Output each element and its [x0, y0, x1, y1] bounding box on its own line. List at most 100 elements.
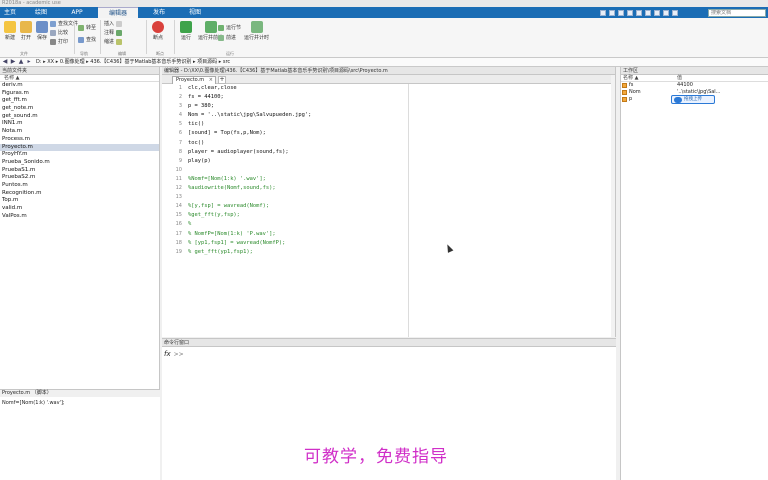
drag-upload-popup[interactable]: 拖拽上传	[671, 95, 715, 104]
undo-icon[interactable]	[636, 10, 642, 16]
tab-home[interactable]: 主页	[0, 7, 20, 18]
back-icon[interactable]: ◀	[2, 59, 8, 65]
code-line[interactable]: Nom = '..\static\jpg\Salvupueden.jpg';	[188, 111, 402, 120]
redo-icon[interactable]	[645, 10, 651, 16]
save-button[interactable]: 保存	[36, 21, 48, 41]
code-line[interactable]: %Nomf=[Nom(1:k) '.wav'];	[188, 175, 402, 184]
save-icon[interactable]	[600, 10, 606, 16]
insert-button[interactable]: 插入	[104, 20, 123, 27]
code-line[interactable]: %	[188, 220, 402, 229]
line-number[interactable]: 6	[162, 129, 184, 138]
command-prompt[interactable]: fx >>	[164, 350, 184, 358]
cut-icon[interactable]	[609, 10, 615, 16]
line-number[interactable]: 13	[162, 193, 184, 202]
line-number[interactable]: 11	[162, 175, 184, 184]
editor-scrollbar[interactable]	[611, 75, 615, 337]
line-number[interactable]: 19	[162, 248, 184, 257]
code-line[interactable]: %audiowrite(Nomf,sound,fs);	[188, 184, 402, 193]
code-line[interactable]: % NomfP=[Nom(1:k) 'P.wav'];	[188, 230, 402, 239]
code-line[interactable]: player = audioplayer(sound,fs);	[188, 148, 402, 157]
breakpoints-button[interactable]: 断点	[152, 21, 164, 41]
copy-icon[interactable]	[618, 10, 624, 16]
line-number[interactable]: 18	[162, 239, 184, 248]
line-number[interactable]: 14	[162, 202, 184, 211]
find-button[interactable]: 查找	[78, 36, 96, 43]
workspace-variable-row[interactable]: fs 44100	[621, 82, 768, 89]
help-icon[interactable]	[663, 10, 669, 16]
code-line[interactable]: clc,clear,close	[188, 84, 402, 93]
browse-folder-icon[interactable]: ▸	[26, 59, 32, 65]
line-number[interactable]: 8	[162, 148, 184, 157]
file-list-item[interactable]: Proyecto.m	[0, 143, 159, 152]
line-number[interactable]: 5	[162, 120, 184, 129]
line-number[interactable]: 10	[162, 166, 184, 175]
run-button[interactable]: 运行	[180, 21, 192, 41]
line-number[interactable]: 15	[162, 211, 184, 220]
open-button[interactable]: 打开	[20, 21, 32, 41]
paste-icon[interactable]	[627, 10, 633, 16]
line-number[interactable]: 4	[162, 111, 184, 120]
close-icon[interactable]: ×	[209, 77, 213, 84]
dropdown-icon[interactable]	[672, 10, 678, 16]
tab-editor[interactable]: 编辑器	[98, 7, 138, 18]
file-list-item[interactable]: PruebaS1.m	[0, 167, 159, 175]
switch-windows-icon[interactable]	[654, 10, 660, 16]
compare-button[interactable]: 比较	[50, 29, 68, 36]
line-number[interactable]: 12	[162, 184, 184, 193]
up-folder-icon[interactable]: ▲	[18, 59, 24, 65]
line-number[interactable]: 7	[162, 139, 184, 148]
code-line[interactable]: %get_fft(y,fsp);	[188, 211, 402, 220]
file-list-item[interactable]: Recognition.m	[0, 190, 159, 198]
tab-view[interactable]: 视图	[180, 7, 210, 18]
breadcrumb[interactable]: D: ▸ XX ▸ 0.图像处理 ▸ 436.【C436】基于Matlab基本音…	[36, 58, 230, 67]
tab-publish[interactable]: 发布	[144, 7, 174, 18]
column-header-name[interactable]: 名称 ▲	[0, 75, 159, 82]
tab-apps[interactable]: APP	[64, 7, 90, 18]
code-line[interactable]	[188, 193, 402, 202]
line-number[interactable]: 9	[162, 157, 184, 166]
file-list-item[interactable]: ValPos.m	[0, 213, 159, 221]
file-list-item[interactable]: Nota.m	[0, 128, 159, 136]
code-area[interactable]: clc,clear,close fs = 44100; p = 380; Nom = …	[188, 84, 402, 257]
new-tab-button[interactable]: +	[218, 76, 226, 84]
file-list-item[interactable]: get_sound.m	[0, 113, 159, 121]
code-line[interactable]: [sound] = Top(fs,p,Nom);	[188, 129, 402, 138]
advance-button[interactable]: 前进	[218, 34, 236, 41]
line-number[interactable]: 1	[162, 84, 184, 93]
code-line[interactable]: p = 380;	[188, 102, 402, 111]
file-list-item[interactable]: Process.m	[0, 136, 159, 144]
file-list-item[interactable]: Figuras.m	[0, 90, 159, 98]
code-line[interactable]: tic()	[188, 120, 402, 129]
fx-icon[interactable]: fx	[164, 350, 171, 358]
line-number[interactable]: 17	[162, 230, 184, 239]
code-line[interactable]: %[y,fsp] = wavread(Nomf);	[188, 202, 402, 211]
file-list-item[interactable]: INN1.m	[0, 120, 159, 128]
column-header-value[interactable]: 值	[677, 75, 682, 82]
comment-button[interactable]: 注释	[104, 29, 123, 36]
run-section-button[interactable]: 运行节	[218, 24, 241, 31]
line-number[interactable]: 3	[162, 102, 184, 111]
new-button[interactable]: 新建	[4, 21, 16, 41]
print-button[interactable]: 打印	[50, 38, 68, 45]
run-and-time-button[interactable]: 运行并计时	[244, 21, 269, 41]
code-line[interactable]: play(p)	[188, 157, 402, 166]
file-list-item[interactable]: Puntos.m	[0, 182, 159, 190]
code-line[interactable]: fs = 44100;	[188, 93, 402, 102]
file-list-item[interactable]: Prueba_Sonido.m	[0, 159, 159, 167]
indent-button[interactable]: 缩进	[104, 38, 123, 45]
search-documentation-input[interactable]	[708, 9, 766, 17]
file-list-item[interactable]: valid.m	[0, 205, 159, 213]
forward-icon[interactable]: ▶	[10, 59, 16, 65]
code-line[interactable]: % get_fft(yp1,fsp1);	[188, 248, 402, 257]
tab-proyecto[interactable]: Proyecto.m ×	[172, 76, 216, 84]
file-list-item[interactable]: Top.m	[0, 197, 159, 205]
column-header-name[interactable]: 名称 ▲	[623, 75, 638, 82]
code-line[interactable]: % [yp1,fsp1] = wavread(NomfP);	[188, 239, 402, 248]
goto-button[interactable]: 转至	[78, 24, 96, 31]
file-list-item[interactable]: ProyHY.m	[0, 151, 159, 159]
file-list-item[interactable]: deriv.m	[0, 82, 159, 90]
code-line[interactable]: toc()	[188, 139, 402, 148]
file-list-item[interactable]: get_note.m	[0, 105, 159, 113]
line-number[interactable]: 2	[162, 93, 184, 102]
code-line[interactable]	[188, 166, 402, 175]
